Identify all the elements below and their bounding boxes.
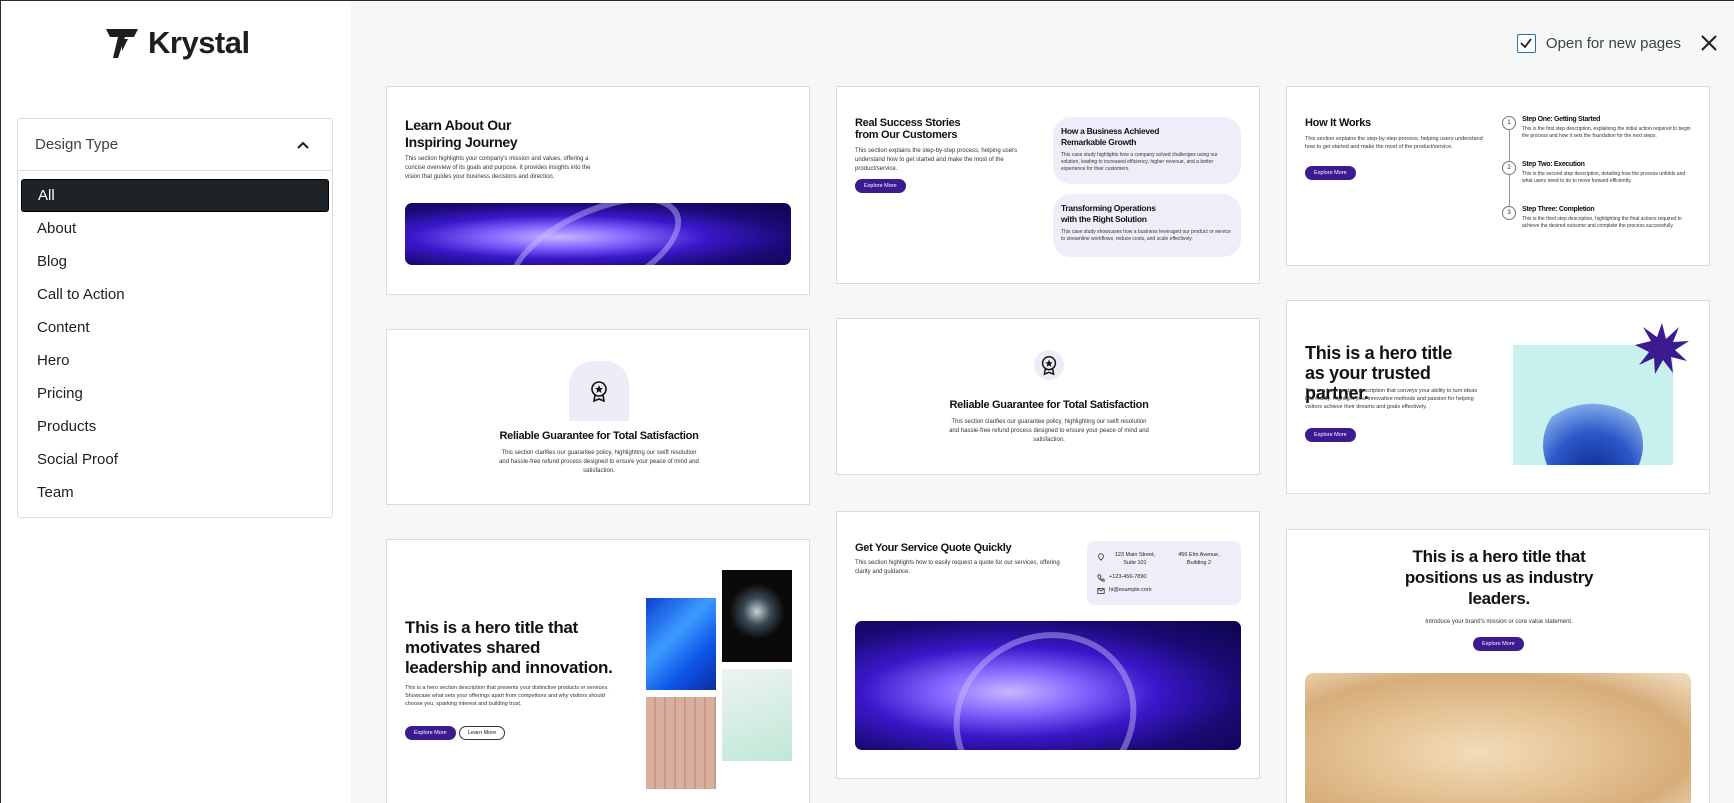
- check-icon: [1520, 38, 1533, 49]
- email-address: hi@example.com: [1109, 587, 1152, 593]
- case-study-2-desc: This case study showcases how a business…: [1061, 229, 1231, 242]
- step-2-title: Step Two: Execution: [1522, 161, 1585, 168]
- design-type-item-all[interactable]: All: [21, 179, 329, 212]
- pattern-card-hero-shared-leadership[interactable]: This is a hero title that motivates shar…: [386, 539, 810, 803]
- step-1-number: 1: [1502, 116, 1516, 130]
- card-title: This is a hero title that motivates shar…: [405, 618, 613, 677]
- design-type-item-about[interactable]: About: [21, 212, 329, 245]
- card-description: This is a hero section description that …: [1305, 388, 1478, 410]
- award-badge: [1034, 350, 1064, 380]
- gallery-image-2: [722, 570, 792, 662]
- card-title: This is a hero title that positions us a…: [1404, 547, 1594, 608]
- card-title: Real Success Stories from Our Customers: [855, 117, 961, 141]
- open-for-new-pages-label: Open for new pages: [1545, 34, 1681, 52]
- star-burst-decoration: [1635, 323, 1689, 374]
- card-title: Get Your Service Quote Quickly: [855, 542, 1012, 554]
- step-2-desc: This is the second step description, det…: [1522, 171, 1686, 184]
- address-2: 456 Elm Avenue, Building 2: [1178, 552, 1220, 566]
- card-description: This is a hero section description that …: [405, 685, 609, 707]
- step-3-number: 3: [1502, 206, 1516, 220]
- phone-number: +123-456-7890: [1109, 574, 1147, 580]
- card-description: This section clarifies our guarantee pol…: [949, 419, 1149, 443]
- card-title: Learn About Our Inspiring Journey: [405, 117, 518, 150]
- pattern-card-about-journey[interactable]: Learn About Our Inspiring Journey This s…: [386, 86, 810, 295]
- design-type-item-team[interactable]: Team: [21, 476, 329, 509]
- explore-more-button: Explore More: [1305, 166, 1356, 180]
- close-icon[interactable]: [1697, 31, 1721, 55]
- explore-more-button: Explore More: [405, 726, 456, 740]
- design-type-item-social-proof[interactable]: Social Proof: [21, 443, 329, 476]
- design-type-item-products[interactable]: Products: [21, 410, 329, 443]
- gallery-image-3: [646, 697, 716, 789]
- step-3-desc: This is the third step description, high…: [1522, 216, 1682, 229]
- step-3-title: Step Three: Completion: [1522, 206, 1595, 213]
- card-description: Introduce your brand's mission or core v…: [1425, 619, 1573, 625]
- card-title: Reliable Guarantee for Total Satisfactio…: [949, 399, 1149, 411]
- sidebar: Krystal Design Type All About Blog Call …: [1, 1, 351, 803]
- award-icon: [591, 381, 607, 403]
- card-description: This section explains the step-by-step p…: [1305, 136, 1483, 150]
- contact-panel: 123 Main Street, Suite 101 456 Elm Avenu…: [1087, 541, 1241, 605]
- design-type-item-blog[interactable]: Blog: [21, 245, 329, 278]
- award-icon: [1041, 356, 1057, 376]
- card-description: This section clarifies our guarantee pol…: [499, 450, 699, 474]
- design-type-list: All About Blog Call to Action Content He…: [18, 171, 332, 517]
- pattern-card-success-stories[interactable]: Real Success Stories from Our Customers …: [836, 86, 1260, 284]
- logo-icon: [106, 29, 138, 58]
- step-1-title: Step One: Getting Started: [1522, 116, 1601, 123]
- pattern-card-how-it-works[interactable]: How It Works This section explains the s…: [1286, 86, 1710, 266]
- award-badge: [569, 361, 629, 421]
- explore-more-button: Explore More: [1473, 637, 1524, 651]
- card-title: How It Works: [1305, 117, 1371, 129]
- design-type-item-hero[interactable]: Hero: [21, 344, 329, 377]
- pattern-card-service-quote[interactable]: Get Your Service Quote Quickly This sect…: [836, 511, 1260, 779]
- pattern-card-guarantee-1[interactable]: Reliable Guarantee for Total Satisfactio…: [386, 329, 810, 505]
- step-2-number: 2: [1502, 161, 1516, 175]
- case-study-2-title: Transforming Operations with the Right S…: [1061, 203, 1156, 224]
- card-description: This section explains the step-by-step p…: [855, 148, 1018, 172]
- mail-icon: [1097, 588, 1105, 594]
- brand-name: Krystal: [148, 25, 250, 60]
- brand-logo: Krystal: [104, 25, 250, 61]
- case-study-1-title: How a Business Achieved Remarkable Growt…: [1061, 126, 1160, 147]
- pattern-gallery: Open for new pages Learn About Our Inspi…: [351, 1, 1734, 803]
- location-icon: [1098, 553, 1104, 561]
- pattern-card-guarantee-2[interactable]: Reliable Guarantee for Total Satisfactio…: [836, 318, 1260, 475]
- case-study-1-desc: This case study highlights how a company…: [1061, 152, 1218, 172]
- phone-icon: [1097, 574, 1105, 582]
- case-study-1: How a Business Achieved Remarkable Growt…: [1053, 117, 1241, 184]
- gallery-image-1: [646, 598, 716, 690]
- design-type-panel: Design Type All About Blog Call to Actio…: [17, 118, 333, 518]
- hero-image: [1305, 673, 1691, 803]
- card-title: Reliable Guarantee for Total Satisfactio…: [499, 430, 699, 442]
- design-type-item-content[interactable]: Content: [21, 311, 329, 344]
- explore-more-button: Explore More: [1305, 428, 1356, 442]
- learn-more-button: Learn More: [459, 726, 506, 740]
- gallery-image-4: [722, 669, 792, 761]
- address-1: 123 Main Street, Suite 101: [1114, 552, 1156, 566]
- card-image: [855, 621, 1241, 750]
- open-for-new-pages-toggle[interactable]: Open for new pages: [1516, 33, 1681, 53]
- pattern-card-hero-industry-leaders[interactable]: This is a hero title that positions us a…: [1286, 529, 1710, 803]
- top-bar: Open for new pages: [1516, 31, 1721, 55]
- pattern-card-hero-trusted-partner[interactable]: This is a hero title as your trusted par…: [1286, 300, 1710, 494]
- explore-more-button: Explore More: [855, 179, 906, 193]
- case-study-2: Transforming Operations with the Right S…: [1053, 194, 1241, 257]
- card-image: [405, 203, 791, 265]
- design-type-title: Design Type: [35, 136, 119, 153]
- design-type-item-pricing[interactable]: Pricing: [21, 377, 329, 410]
- step-1-desc: This is the first step description, expl…: [1522, 126, 1691, 139]
- design-type-item-call-to-action[interactable]: Call to Action: [21, 278, 329, 311]
- design-type-toggle[interactable]: Design Type: [18, 119, 332, 171]
- card-description: This section highlights your company's m…: [405, 156, 591, 180]
- open-for-new-pages-checkbox[interactable]: [1516, 33, 1536, 53]
- chevron-up-icon: [297, 141, 309, 149]
- card-description: This section highlights how to easily re…: [855, 560, 1060, 575]
